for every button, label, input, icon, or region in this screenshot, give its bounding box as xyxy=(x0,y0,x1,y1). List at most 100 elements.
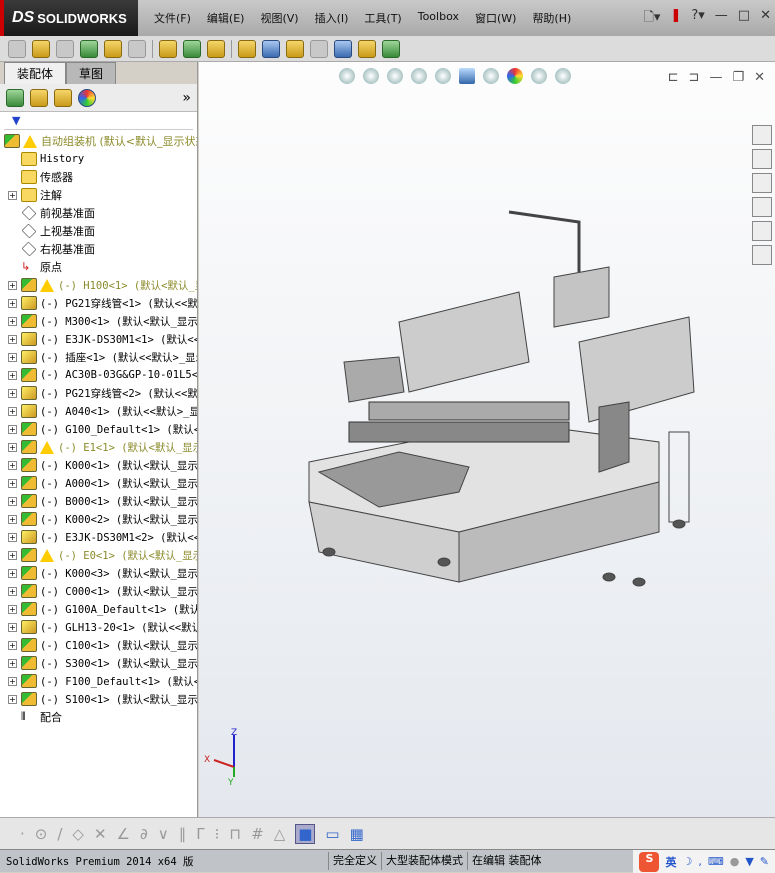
expand-toggle[interactable]: + xyxy=(8,352,17,362)
tree-item[interactable]: + (-) GLH13-20<1> (默认<<默认>_ xyxy=(0,618,197,636)
tree-item[interactable]: + (-) K000<2> (默认<默认_显示 xyxy=(0,510,197,528)
tree-item[interactable]: ⫴ 配合 xyxy=(0,708,197,726)
tree-item[interactable]: + (-) E3JK-DS30M1<1> (默认<<默认 xyxy=(0,330,197,348)
tree-item[interactable]: + (-) PG21穿线管<2> (默认<<默认>_ xyxy=(0,384,197,402)
shaded-view-icon[interactable]: ■ xyxy=(295,823,316,844)
expand-toggle[interactable]: + xyxy=(8,640,17,650)
smart-fasteners-icon[interactable] xyxy=(104,39,122,58)
bill-of-materials-icon[interactable] xyxy=(262,39,280,58)
tree-item[interactable]: 右视基准面 xyxy=(0,240,197,258)
extend-icon[interactable]: ∠ xyxy=(117,825,130,843)
tree-item[interactable]: + (-) S300<1> (默认<默认_显示 xyxy=(0,654,197,672)
expand-toggle[interactable]: + xyxy=(8,658,17,668)
snapshot-icon[interactable] xyxy=(382,39,400,58)
grid-icon[interactable]: # xyxy=(251,825,264,843)
edit-component-icon[interactable] xyxy=(8,39,26,58)
minimize-button[interactable]: — xyxy=(715,8,728,30)
display-manager-icon[interactable] xyxy=(78,88,96,107)
tree-item[interactable]: History xyxy=(0,150,197,168)
traffic-light-icon[interactable]: ❚ xyxy=(670,8,681,30)
interference-detection-icon[interactable] xyxy=(334,39,352,58)
polygon-icon[interactable]: ◇ xyxy=(72,825,84,843)
new-document-icon[interactable]: 🗋▾ xyxy=(643,8,660,30)
expand-toggle[interactable]: + xyxy=(8,568,17,578)
custom-properties-icon[interactable] xyxy=(752,245,772,265)
menu-item-6[interactable]: 窗口(W) xyxy=(467,10,524,26)
tree-item[interactable]: 自动组装机 (默认<默认_显示状态-1>) xyxy=(0,132,197,150)
more-tabs-button[interactable]: » xyxy=(182,90,191,106)
half-width-icon[interactable]: ☽ xyxy=(682,855,692,868)
insert-component-icon[interactable] xyxy=(32,39,50,58)
instant3d-icon[interactable] xyxy=(358,39,376,58)
corner-icon[interactable]: Γ xyxy=(196,825,204,843)
chamfer-icon[interactable]: ∨ xyxy=(158,825,169,843)
point-icon[interactable]: · xyxy=(20,825,25,843)
design-library-icon[interactable] xyxy=(752,149,772,169)
tree-item[interactable]: 前视基准面 xyxy=(0,204,197,222)
tree-item[interactable]: + (-) M300<1> (默认<默认_显示状态 xyxy=(0,312,197,330)
tree-item[interactable]: + (-) AC30B-03G&GP-10-01L5<1> xyxy=(0,366,197,384)
view-palette-icon[interactable] xyxy=(752,197,772,217)
skin-icon[interactable]: ▼ xyxy=(745,855,753,868)
circle-icon[interactable]: ⊙ xyxy=(35,825,48,843)
assembly-model[interactable] xyxy=(199,62,775,817)
tree-item[interactable]: + (-) G100A_Default<1> (默认< xyxy=(0,600,197,618)
solidworks-resources-icon[interactable] xyxy=(752,125,772,145)
move-component-icon[interactable] xyxy=(128,39,146,58)
tree-item[interactable]: + (-) A040<1> (默认<<默认>_显示 xyxy=(0,402,197,420)
tree-item[interactable]: ↳ 原点 xyxy=(0,258,197,276)
tree-item[interactable]: + (-) E3JK-DS30M1<2> (默认<<默认 xyxy=(0,528,197,546)
mate-icon[interactable] xyxy=(56,39,74,58)
assembly-features-icon[interactable] xyxy=(183,39,201,58)
relations-icon[interactable]: △ xyxy=(274,825,286,843)
filter-icon[interactable]: ▼ xyxy=(4,114,193,130)
expand-toggle[interactable]: + xyxy=(8,334,17,344)
tree-item[interactable]: 上视基准面 xyxy=(0,222,197,240)
tree-item[interactable]: + (-) A000<1> (默认<默认_显示 xyxy=(0,474,197,492)
close-button[interactable]: ✕ xyxy=(760,8,771,30)
maximize-button[interactable]: □ xyxy=(738,8,750,30)
table-icon[interactable]: ▦ xyxy=(350,825,364,843)
line-icon[interactable]: / xyxy=(57,825,62,843)
tree-item[interactable]: + (-) K000<3> (默认<默认_显示 xyxy=(0,564,197,582)
window-icon[interactable]: ▭ xyxy=(325,825,339,843)
expand-toggle[interactable]: + xyxy=(8,532,17,542)
expand-toggle[interactable]: + xyxy=(8,622,17,632)
show-hidden-icon[interactable] xyxy=(159,39,177,58)
tree-item[interactable]: 传感器 xyxy=(0,168,197,186)
menu-item-1[interactable]: 编辑(E) xyxy=(199,10,253,26)
explode-line-icon[interactable] xyxy=(310,39,328,58)
punctuation-icon[interactable]: , xyxy=(698,855,702,868)
expand-toggle[interactable]: + xyxy=(8,496,17,506)
tree-item[interactable]: + (-) PG21穿线管<1> (默认<<默认>_ xyxy=(0,294,197,312)
user-icon[interactable]: ● xyxy=(730,855,740,868)
menu-item-7[interactable]: 帮助(H) xyxy=(524,10,579,26)
tree-item[interactable]: + (-) S100<1> (默认<默认_显示 xyxy=(0,690,197,708)
expand-toggle[interactable]: + xyxy=(8,424,17,434)
rectangle-icon[interactable]: ⁝ xyxy=(215,825,220,843)
tree-item[interactable]: + (-) 插座<1> (默认<<默认>_显示 xyxy=(0,348,197,366)
sogou-logo[interactable]: S xyxy=(639,851,660,872)
tab-sketch[interactable]: 草图 xyxy=(66,62,117,84)
trim-icon[interactable]: ✕ xyxy=(94,825,107,843)
file-explorer-icon[interactable] xyxy=(752,173,772,193)
tree-item[interactable]: + (-) E1<1> (默认<默认_显示状态 xyxy=(0,438,197,456)
help-icon[interactable]: ?▾ xyxy=(691,8,704,30)
fillet-icon[interactable]: ∂ xyxy=(140,825,148,843)
menu-item-5[interactable]: Toolbox xyxy=(410,10,467,26)
tree-item[interactable]: + (-) F100_Default<1> (默认< xyxy=(0,672,197,690)
menu-item-4[interactable]: 工具(T) xyxy=(356,10,409,26)
dimension-icon[interactable]: ⊓ xyxy=(229,825,241,843)
expand-toggle[interactable]: + xyxy=(8,514,17,524)
expand-toggle[interactable]: + xyxy=(8,316,17,326)
tree-item[interactable]: + (-) B000<1> (默认<默认_显示 xyxy=(0,492,197,510)
menu-item-0[interactable]: 文件(F) xyxy=(146,10,199,26)
tree-item[interactable]: + (-) C000<1> (默认<默认_显示 xyxy=(0,582,197,600)
expand-toggle[interactable]: + xyxy=(8,280,17,290)
expand-toggle[interactable]: + xyxy=(8,298,17,308)
exploded-view-icon[interactable] xyxy=(286,39,304,58)
graphics-area[interactable]: ⊏ ⊐ — ❐ ✕ Z X Y xyxy=(199,62,775,817)
expand-toggle[interactable]: + xyxy=(8,478,17,488)
expand-toggle[interactable]: + xyxy=(8,586,17,596)
expand-toggle[interactable]: + xyxy=(8,460,17,470)
